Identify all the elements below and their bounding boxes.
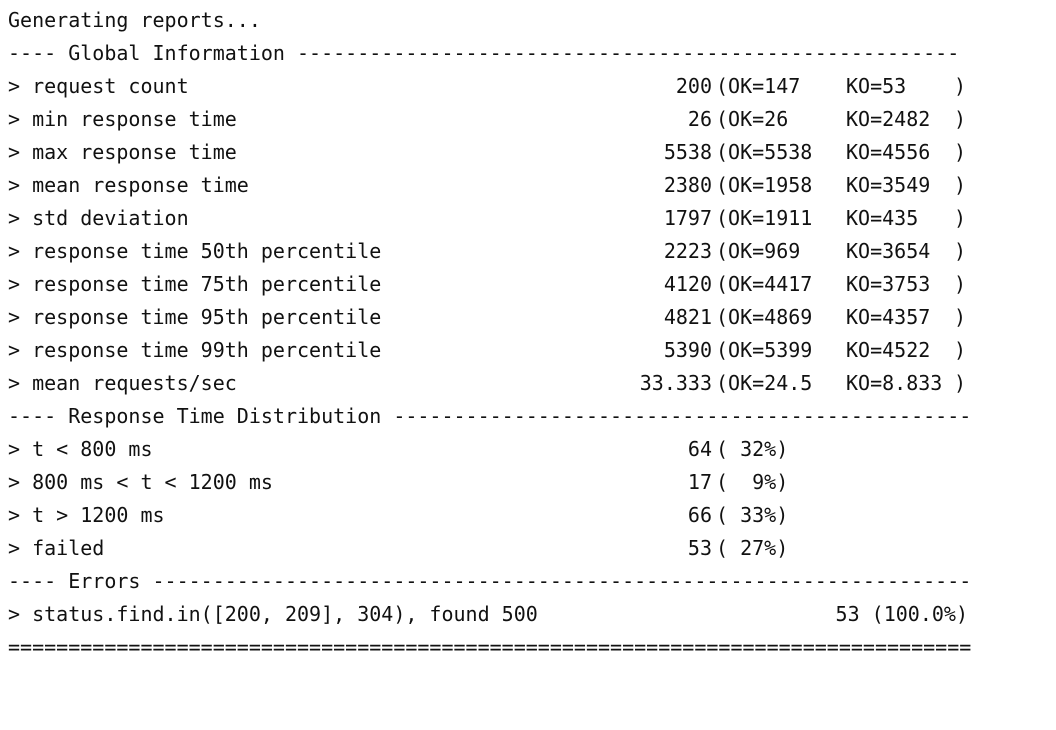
stat-total: 5390 (663, 338, 712, 362)
stat-close: ) (954, 305, 967, 329)
distribution-percent: ( 32%) (716, 437, 789, 461)
stat-ok: (OK=26 (716, 107, 789, 131)
stat-total: 26 (687, 107, 712, 131)
stat-close: ) (954, 206, 967, 230)
stat-label: > request count (8, 74, 189, 98)
stat-close: ) (954, 272, 967, 296)
stat-total: 4120 (663, 272, 712, 296)
stat-ko: KO=4556 (846, 140, 931, 164)
stat-label: > min response time (8, 107, 237, 131)
stat-row: > response time 50th percentile 2223 (OK… (8, 235, 968, 268)
error-row: > status.find.in([200, 209], 304), found… (8, 598, 968, 631)
stat-total: 5538 (663, 140, 712, 164)
stat-ok: (OK=5399 (716, 338, 813, 362)
stat-label: > mean response time (8, 173, 249, 197)
stat-row: > mean requests/sec 33.333 (OK=24.5 KO=8… (8, 367, 968, 400)
distribution-row: > t > 1200 ms 66 ( 33%) (8, 499, 968, 532)
stat-ok: (OK=24.5 (716, 371, 813, 395)
stat-label: > max response time (8, 140, 237, 164)
footer-separator: ========================================… (8, 635, 972, 659)
distribution-percent: ( 27%) (716, 536, 789, 560)
stat-row: > mean response time 2380 (OK=1958 KO=35… (8, 169, 968, 202)
stat-close: ) (954, 371, 967, 395)
stat-ko: KO=3549 (846, 173, 931, 197)
stat-total: 200 (675, 74, 712, 98)
console-output: Generating reports... ---- Global Inform… (0, 0, 1056, 664)
stat-label: > response time 99th percentile (8, 338, 382, 362)
distribution-label: > t < 800 ms (8, 437, 153, 461)
stat-label: > response time 50th percentile (8, 239, 382, 263)
stat-ko: KO=435 (846, 206, 919, 230)
section-header-errors: ---- Errors ----------------------------… (8, 569, 972, 593)
stat-row: > response time 75th percentile 4120 (OK… (8, 268, 968, 301)
distribution-percent: ( 9%) (716, 470, 789, 494)
stat-close: ) (954, 74, 967, 98)
stat-ko: KO=53 (846, 74, 907, 98)
stat-label: > response time 95th percentile (8, 305, 382, 329)
stat-total: 2380 (663, 173, 712, 197)
distribution-count: 66 (687, 503, 712, 527)
stat-close: ) (954, 140, 967, 164)
stat-label: > response time 75th percentile (8, 272, 382, 296)
distribution-row: > failed 53 ( 27%) (8, 532, 968, 565)
stat-total: 1797 (663, 206, 712, 230)
stat-row: > max response time 5538 (OK=5538 KO=455… (8, 136, 968, 169)
stat-close: ) (954, 338, 967, 362)
stat-total: 33.333 (639, 371, 712, 395)
error-label: > status.find.in([200, 209], 304), found… (8, 602, 538, 626)
stat-ok: (OK=969 (716, 239, 801, 263)
distribution-label: > 800 ms < t < 1200 ms (8, 470, 273, 494)
error-count: 53 (100.0%) (835, 602, 968, 626)
stat-row: > std deviation 1797 (OK=1911 KO=435 ) (8, 202, 968, 235)
stat-row: > response time 99th percentile 5390 (OK… (8, 334, 968, 367)
distribution-row: > 800 ms < t < 1200 ms 17 ( 9%) (8, 466, 968, 499)
distribution-percent: ( 33%) (716, 503, 789, 527)
stat-row: > response time 95th percentile 4821 (OK… (8, 301, 968, 334)
stat-total: 2223 (663, 239, 712, 263)
section-header-global: ---- Global Information ----------------… (8, 41, 960, 65)
distribution-count: 64 (687, 437, 712, 461)
stat-ko: KO=3753 (846, 272, 931, 296)
stat-ok: (OK=1958 (716, 173, 813, 197)
stat-ok: (OK=4869 (716, 305, 813, 329)
stat-row: > request count 200 (OK=147 KO=53 ) (8, 70, 968, 103)
stat-label: > std deviation (8, 206, 189, 230)
status-line: Generating reports... (8, 8, 261, 32)
stat-ko: KO=4357 (846, 305, 931, 329)
stat-ko: KO=2482 (846, 107, 931, 131)
distribution-count: 17 (687, 470, 712, 494)
stat-ok: (OK=1911 (716, 206, 813, 230)
stat-ko: KO=3654 (846, 239, 931, 263)
distribution-label: > t > 1200 ms (8, 503, 165, 527)
stat-close: ) (954, 107, 967, 131)
stat-ok: (OK=147 (716, 74, 801, 98)
stat-total: 4821 (663, 305, 712, 329)
stat-ko: KO=8.833 (846, 371, 943, 395)
stat-close: ) (954, 173, 967, 197)
stat-ok: (OK=5538 (716, 140, 813, 164)
stat-label: > mean requests/sec (8, 371, 237, 395)
distribution-count: 53 (687, 536, 712, 560)
stat-close: ) (954, 239, 967, 263)
distribution-row: > t < 800 ms 64 ( 32%) (8, 433, 968, 466)
stat-ok: (OK=4417 (716, 272, 813, 296)
stat-row: > min response time 26 (OK=26 KO=2482 ) (8, 103, 968, 136)
stat-ko: KO=4522 (846, 338, 931, 362)
distribution-label: > failed (8, 536, 105, 560)
section-header-distribution: ---- Response Time Distribution --------… (8, 404, 972, 428)
